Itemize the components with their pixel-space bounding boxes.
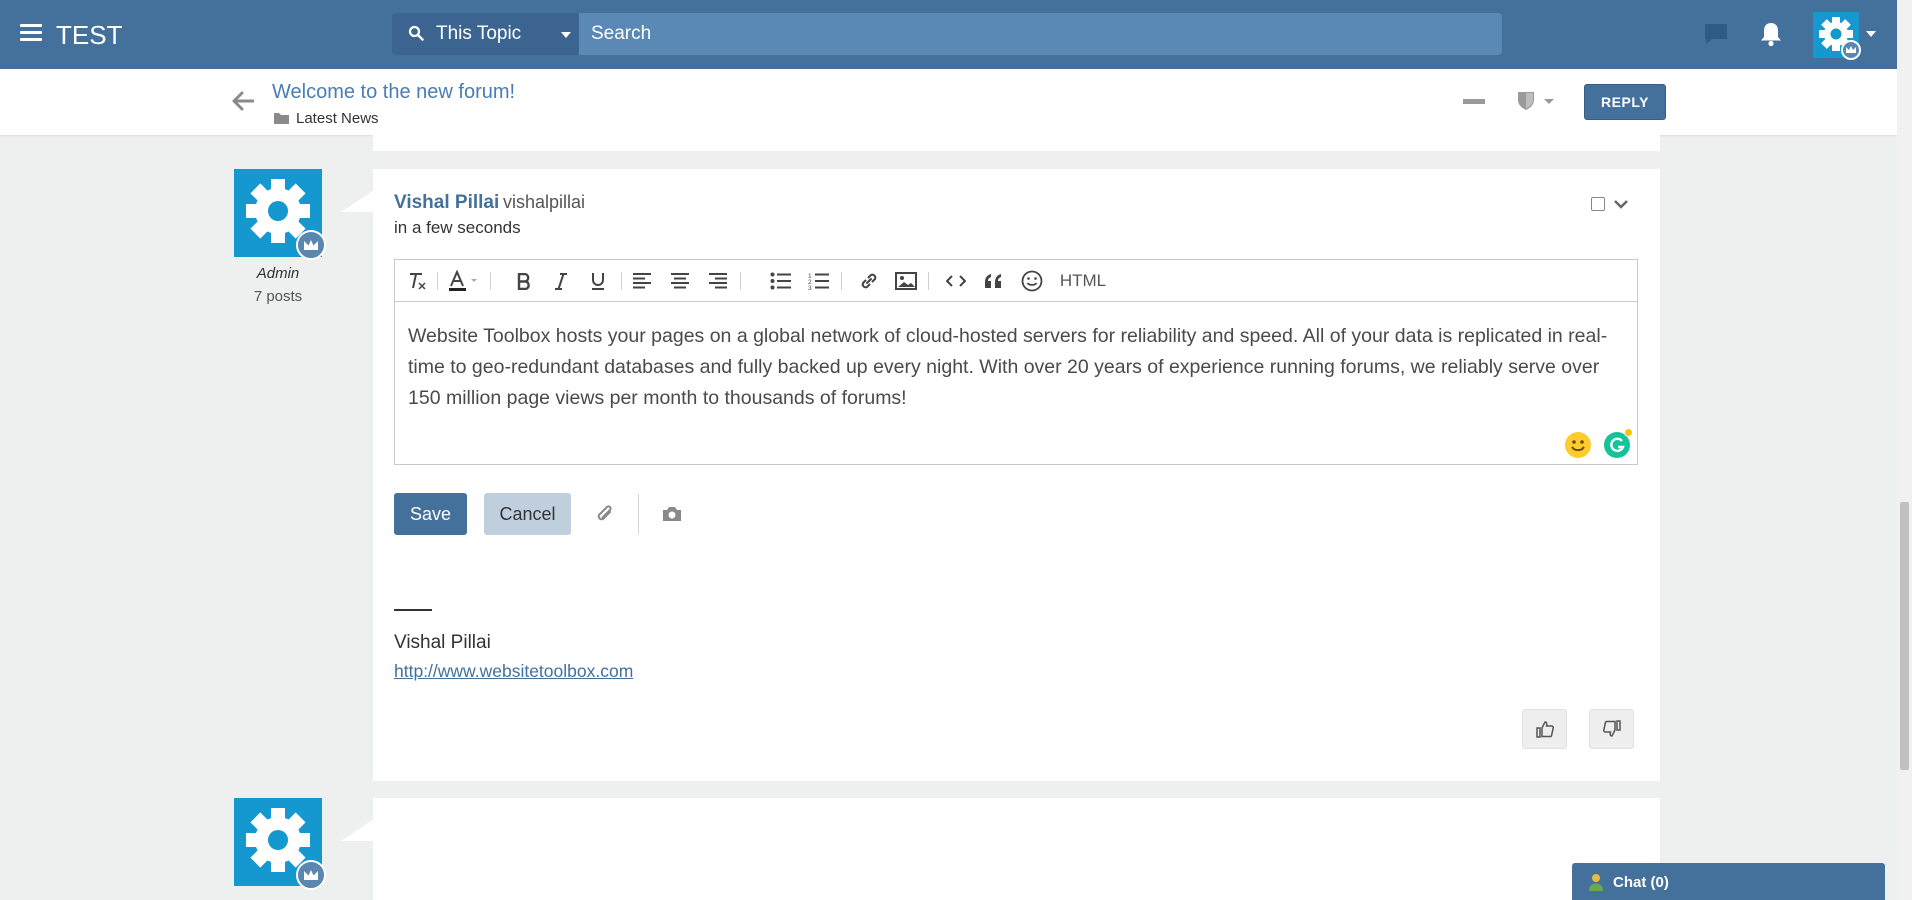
- crown-icon: [1846, 46, 1856, 53]
- user-role: Admin: [256, 265, 300, 282]
- emoji-picker-icon[interactable]: [1565, 432, 1591, 458]
- code-icon[interactable]: [944, 270, 968, 292]
- chevron-down-icon[interactable]: [1866, 31, 1876, 37]
- post-select-checkbox[interactable]: [1591, 197, 1605, 211]
- bulleted-list-icon[interactable]: [769, 270, 793, 292]
- back-arrow-icon[interactable]: [232, 91, 254, 111]
- folder-icon: [274, 113, 289, 125]
- bell-icon[interactable]: [1759, 21, 1783, 47]
- chat-bubble-icon[interactable]: [1703, 22, 1729, 46]
- underline-icon[interactable]: [589, 270, 607, 292]
- chat-bar[interactable]: Chat (0): [1572, 863, 1885, 900]
- grammarly-status-dot: [1624, 428, 1633, 437]
- search-scope-dropdown[interactable]: This Topic: [392, 13, 579, 55]
- previous-post-edge: [373, 135, 1660, 151]
- scrollbar-thumb[interactable]: [1900, 502, 1909, 770]
- post-card-pointer: [341, 819, 374, 841]
- breadcrumb[interactable]: Latest News: [274, 110, 379, 127]
- dislike-button[interactable]: [1589, 709, 1634, 749]
- crown-icon: [304, 870, 318, 880]
- author-display-name[interactable]: Vishal Pillai: [394, 192, 499, 214]
- shield-icon: [1518, 92, 1554, 110]
- crown-badge: [296, 860, 326, 890]
- svg-text:3: 3: [808, 285, 812, 290]
- signature-link[interactable]: http://www.websitetoolbox.com: [394, 661, 633, 682]
- divider: [638, 494, 639, 534]
- menu-icon[interactable]: [20, 24, 42, 42]
- chat-label: Chat (0): [1613, 874, 1669, 891]
- paperclip-icon[interactable]: [594, 503, 616, 525]
- thumbs-down-icon: [1602, 720, 1621, 737]
- post-timestamp: in a few seconds: [394, 218, 521, 237]
- crown-badge: [1841, 40, 1861, 60]
- chevron-down-icon: [561, 32, 571, 38]
- image-icon[interactable]: [894, 270, 918, 292]
- italic-icon[interactable]: [552, 270, 570, 292]
- crown-badge: [296, 230, 326, 260]
- font-color-icon[interactable]: [448, 270, 482, 292]
- quote-icon[interactable]: [982, 270, 1006, 292]
- numbered-list-icon[interactable]: 123: [807, 270, 831, 292]
- clear-format-icon[interactable]: [405, 270, 429, 292]
- html-mode-button[interactable]: HTML: [1059, 270, 1107, 292]
- top-navbar: TEST This Topic: [0, 0, 1897, 69]
- camera-icon[interactable]: [661, 505, 683, 523]
- align-left-icon[interactable]: [631, 270, 653, 292]
- user-avatar[interactable]: [1813, 12, 1861, 60]
- post-card-pointer: [341, 190, 374, 212]
- author-username[interactable]: vishalpillai: [503, 192, 585, 213]
- search-scope-label: This Topic: [436, 23, 522, 44]
- user-post-count: 7 posts: [253, 288, 303, 305]
- crown-icon: [304, 240, 318, 250]
- smiley-icon[interactable]: [1020, 270, 1044, 292]
- signature-name: Vishal Pillai: [394, 632, 491, 653]
- topic-title[interactable]: Welcome to the new forum!: [272, 81, 515, 104]
- post-editor: 123 HTML Website Toolbox hosts your page…: [394, 259, 1638, 465]
- align-center-icon[interactable]: [669, 270, 691, 292]
- minus-icon[interactable]: [1463, 99, 1485, 104]
- thumbs-up-icon: [1535, 721, 1554, 738]
- bold-icon[interactable]: [515, 270, 533, 292]
- signature-divider: [394, 609, 432, 611]
- like-button[interactable]: [1522, 709, 1567, 749]
- site-brand[interactable]: TEST: [56, 20, 122, 51]
- reply-button[interactable]: REPLY: [1584, 84, 1666, 120]
- editor-toolbar: 123 HTML: [395, 260, 1637, 302]
- save-button[interactable]: Save: [394, 493, 467, 535]
- link-icon[interactable]: [857, 270, 881, 292]
- post-card: [373, 798, 1660, 900]
- search-input[interactable]: [579, 13, 1502, 55]
- cancel-button[interactable]: Cancel: [484, 493, 571, 535]
- search-icon: [408, 25, 424, 41]
- editor-content[interactable]: Website Toolbox hosts your pages on a gl…: [408, 321, 1623, 414]
- breadcrumb-category: Latest News: [296, 110, 379, 127]
- chevron-down-icon[interactable]: [1613, 198, 1629, 210]
- user-icon: [1589, 874, 1603, 891]
- moderation-dropdown[interactable]: [1516, 90, 1556, 117]
- align-right-icon[interactable]: [707, 270, 729, 292]
